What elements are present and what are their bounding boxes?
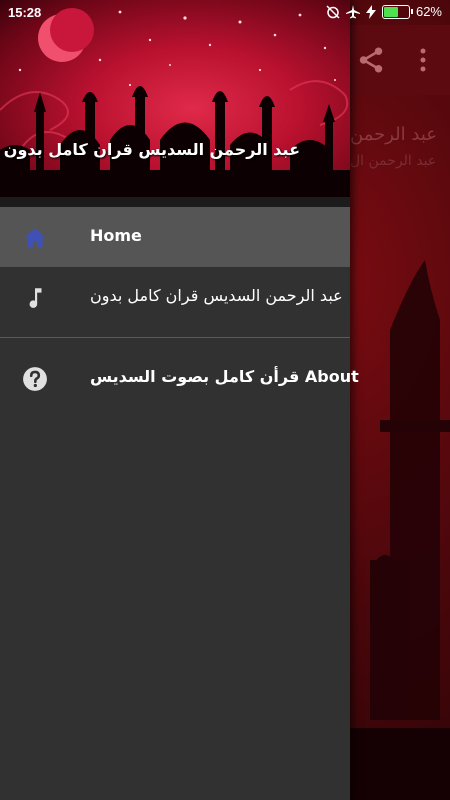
background-subtitle: عبد الرحمن ال [350, 153, 437, 169]
drawer-divider [0, 337, 350, 338]
drawer-header: عبد الرحمن السديس قران كامل بدون نت [0, 0, 350, 197]
background-title: عبد الرحمن [350, 124, 437, 145]
battery-percent: 62% [415, 4, 442, 19]
help-icon [23, 367, 47, 391]
drawer-item-about[interactable]: قرأن كامل بصوت السديس About [0, 348, 359, 408]
status-bar: 15:28 62% [0, 0, 450, 25]
drawer-item-label: Home [90, 226, 142, 245]
home-icon [24, 228, 46, 248]
airplane-icon [345, 4, 360, 18]
drawer-item-label: قرأن كامل بصوت السديس About [90, 367, 359, 386]
music-note-icon [29, 288, 42, 308]
mosque-header-image [0, 8, 350, 197]
drawer-item-label: عبد الرحمن السديس قران كامل بدون [90, 286, 343, 305]
share-icon[interactable] [356, 45, 386, 75]
charging-bolt-icon [365, 4, 376, 19]
navigation-drawer: عبد الرحمن السديس قران كامل بدون نت Home… [0, 0, 359, 800]
drawer-header-title: عبد الرحمن السديس قران كامل بدون نت [0, 140, 300, 159]
alarm-off-icon [326, 4, 340, 19]
minaret-silhouette [370, 260, 450, 720]
drawer-item-quran[interactable]: عبد الرحمن السديس قران كامل بدون [0, 267, 350, 327]
status-icons: 62% [326, 4, 442, 19]
drawer-header-divider [0, 197, 350, 207]
more-vert-icon[interactable] [413, 47, 433, 73]
battery-icon [381, 4, 413, 19]
battery-fill [383, 6, 398, 17]
drawer-item-home[interactable]: Home [0, 207, 350, 267]
status-time: 15:28 [8, 5, 42, 20]
